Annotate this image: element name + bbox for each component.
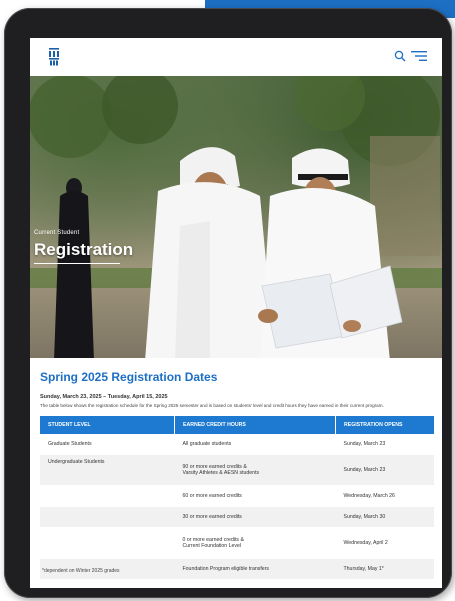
header-student-level: STUDENT LEVEL	[40, 416, 175, 434]
cell-level: Graduate Students	[40, 434, 175, 455]
university-logo-icon[interactable]	[48, 48, 60, 66]
title-underline	[34, 263, 120, 264]
header-earned-credit-hours: EARNED CREDIT HOURS	[174, 416, 336, 434]
registration-schedule-table: STUDENT LEVEL EARNED CREDIT HOURS REGIST…	[40, 416, 434, 580]
cell-hours-text: Foundation Program eligible transfers	[182, 566, 270, 572]
intro-text: The table below shows the registration s…	[40, 403, 384, 408]
cell-hours: All graduate students	[174, 434, 336, 455]
cell-opens: Wednesday, April 2	[335, 527, 434, 559]
cell-hours: 0 or more earned credits & Current Found…	[174, 527, 336, 559]
table-row: Graduate Students All graduate students …	[40, 434, 434, 455]
cell-opens: Wednesday, March 26	[335, 485, 434, 507]
cell-opens: Sunday, March 23	[335, 454, 434, 486]
hero-image: Current Student Registration	[30, 76, 442, 358]
top-nav-bar	[30, 38, 442, 77]
hero-eyebrow: Current Student	[34, 230, 80, 236]
cell-hours-line2: Current Foundation Level	[182, 543, 242, 549]
cell-opens: Sunday, March 23	[335, 434, 434, 455]
table-row: 0 or more earned credits & Current Found…	[40, 527, 434, 559]
cell-hours: Foundation Program eligible transfers	[174, 558, 336, 580]
cell-opens: Thursday, May 1*	[335, 558, 434, 580]
cell-hours-text: 60 or more earned credits	[182, 493, 242, 499]
cell-hours-text: 30 or more earned credits	[182, 514, 242, 520]
tablet-frame: Current Student Registration Spring 2025…	[4, 8, 452, 598]
table-header-row: STUDENT LEVEL EARNED CREDIT HOURS REGIST…	[40, 416, 434, 434]
cell-level	[40, 506, 175, 528]
cell-hours-line2: Varsity Athletes & AESN students	[182, 470, 260, 476]
cell-hours: 30 or more earned credits	[174, 506, 336, 528]
table-row: 30 or more earned credits Sunday, March …	[40, 506, 434, 528]
cell-level: Undergraduate Students	[40, 454, 175, 486]
cell-hours-text: All graduate students	[182, 441, 232, 447]
registration-date-range: Sunday, March 23, 2025 – Tuesday, April …	[40, 394, 168, 400]
cell-level	[40, 485, 175, 507]
cell-opens: Sunday, March 30	[335, 506, 434, 528]
main-content: Spring 2025 Registration Dates Sunday, M…	[30, 358, 442, 588]
search-icon[interactable]	[394, 50, 406, 62]
table-row: Undergraduate Students 90 or more earned…	[40, 454, 434, 486]
section-title: Spring 2025 Registration Dates	[40, 370, 218, 384]
cell-level	[40, 527, 175, 559]
header-registration-opens: REGISTRATION OPENS	[335, 416, 434, 434]
table-row: 60 or more earned credits Wednesday, Mar…	[40, 485, 434, 507]
footnote: *dependent on Winter 2025 grades	[42, 568, 120, 574]
page-title: Registration	[34, 240, 134, 259]
cell-hours: 60 or more earned credits	[174, 485, 336, 507]
tablet-screen: Current Student Registration Spring 2025…	[30, 38, 442, 588]
cell-hours: 90 or more earned credits & Varsity Athl…	[174, 454, 336, 486]
menu-icon[interactable]	[411, 51, 427, 61]
hero-photo-illustration	[30, 76, 440, 358]
